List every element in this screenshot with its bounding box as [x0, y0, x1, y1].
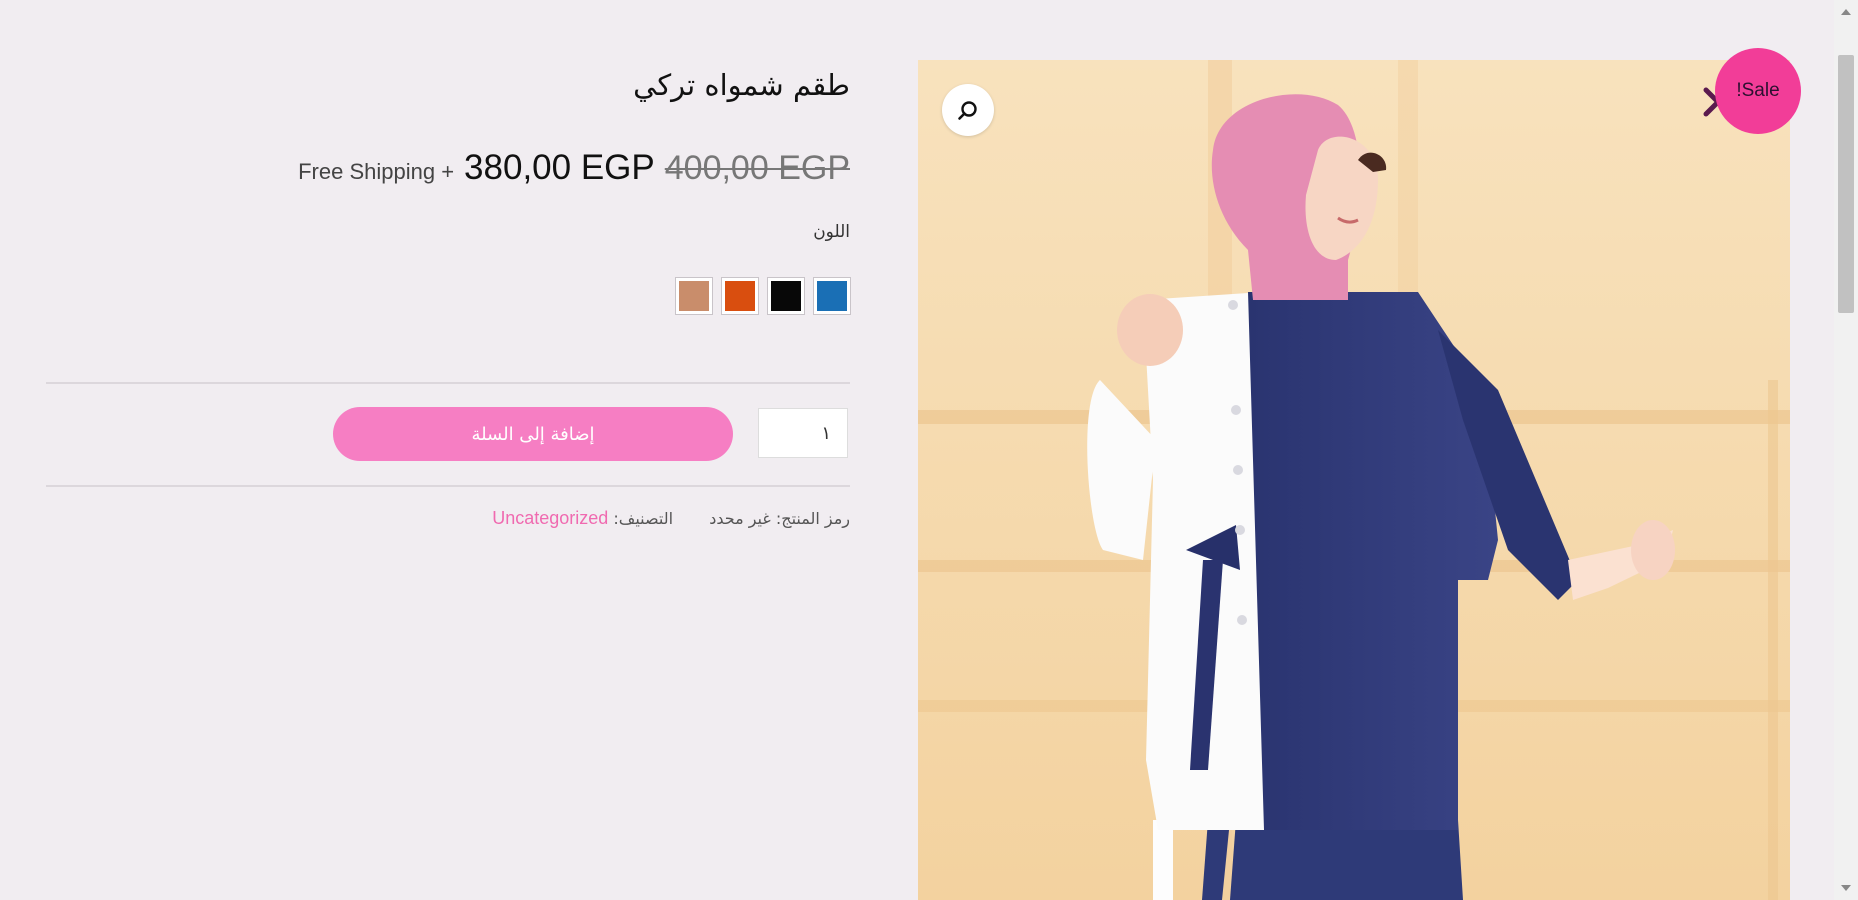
color-label: اللون [813, 222, 850, 242]
swatch-black[interactable] [767, 277, 805, 315]
product-image[interactable] [918, 60, 1790, 900]
add-to-cart-button[interactable]: إضافة إلى السلة [333, 407, 733, 461]
sku-value: غير محدد [709, 509, 771, 528]
sale-price: 380,00 EGP [464, 148, 655, 187]
shipping-note: Free Shipping + [298, 159, 455, 184]
magnifier-icon [958, 101, 977, 120]
divider-top [46, 382, 850, 384]
price-row: Free Shipping + 380,00 EGP 400,00 EGP [298, 148, 850, 188]
original-price: 400,00 EGP [664, 149, 850, 187]
category-link[interactable]: Uncategorized [492, 508, 608, 528]
category-label: التصنيف: [613, 509, 674, 528]
scrollbar-thumb[interactable] [1838, 55, 1854, 313]
quantity-input[interactable] [758, 408, 848, 458]
color-swatches [675, 277, 851, 315]
sku-label: رمز المنتج: [775, 509, 850, 528]
product-meta: رمز المنتج: غير محدد التصنيف: Uncategori… [492, 508, 850, 529]
scroll-down-icon[interactable] [1840, 882, 1852, 894]
zoom-button[interactable] [942, 84, 994, 136]
sale-badge: !Sale [1715, 48, 1801, 134]
divider-bottom [46, 485, 850, 487]
swatch-orange[interactable] [721, 277, 759, 315]
swatch-blue[interactable] [813, 277, 851, 315]
swatch-tan[interactable] [675, 277, 713, 315]
product-title: طقم شمواه تركي [633, 68, 850, 102]
scroll-up-icon[interactable] [1840, 6, 1852, 18]
